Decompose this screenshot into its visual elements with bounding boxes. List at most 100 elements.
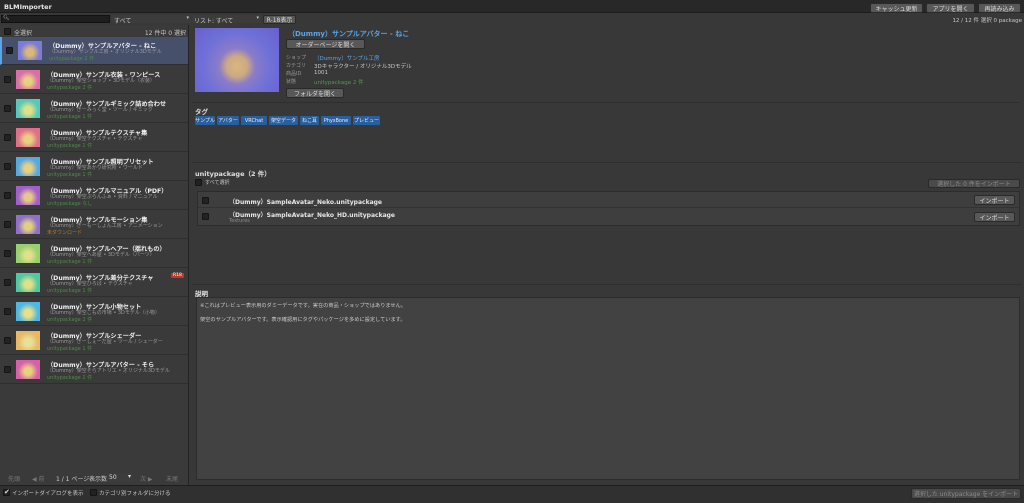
import-dialog-checkbox[interactable] <box>3 488 10 496</box>
list-filter-select[interactable]: リスト: すべて ▾ <box>192 15 261 25</box>
item-category: 資料 / マニュアル <box>117 194 158 200</box>
category-label: カテゴリ <box>286 63 307 69</box>
tag-chip[interactable]: アバター <box>217 116 239 125</box>
last-page-button[interactable]: 末尾 <box>166 474 178 483</box>
open-folder-button[interactable]: フォルダを開く <box>286 88 344 98</box>
description-box: ※これはプレビュー表示用のダミーデータです。実在の商品・ショップではありません。… <box>196 297 1020 480</box>
import-package-button[interactable]: インポート <box>974 212 1015 222</box>
list-item[interactable]: （Dummy）サンプル小物セット （Dummy）架空こもの市場 • 3Dモデル（小… <box>0 298 188 326</box>
list-item[interactable]: （Dummy）サンプルギミック詰め合わせ （Dummy）ぎーみっく堂 • ツール … <box>0 95 188 123</box>
item-thumbnail <box>16 302 40 321</box>
import-dialog-label: インポートダイアログを表示 <box>12 491 84 497</box>
detail-title[interactable]: （Dummy）サンプルアバター - ねこ <box>288 29 409 39</box>
list-item[interactable]: （Dummy）サンプル照明プリセット （Dummy）架空あかり研究所 • ワールド… <box>0 153 188 181</box>
package-list: （Dummy）SampleAvatar_Neko.unitypackage イン… <box>197 191 1020 226</box>
packages-select-all-checkbox[interactable] <box>195 179 202 186</box>
tags-heading: タグ <box>195 108 208 116</box>
item-checkbox[interactable] <box>4 366 11 373</box>
item-shop-category: （Dummy）架空そらアトリエ • オリジナル3Dモデル <box>47 367 170 374</box>
select-all-label: 全選択 <box>14 30 33 37</box>
item-checkbox[interactable] <box>4 134 11 141</box>
item-package-count: unitypackage 2 件 <box>49 56 95 62</box>
divider <box>192 102 1020 103</box>
list-item[interactable]: （Dummy）サンプルアバター - ねこ （Dummy）サンプル工房 • オリジナ… <box>0 37 188 65</box>
reload-button[interactable]: 再読み込み <box>978 3 1021 13</box>
item-list: （Dummy）サンプルアバター - ねこ （Dummy）サンプル工房 • オリジナ… <box>0 37 189 397</box>
chevron-down-icon: ▾ <box>186 15 189 21</box>
selection-count: 12 件中 0 選択 <box>144 30 186 37</box>
tag-chip[interactable]: 架空データ <box>269 116 298 125</box>
list-item[interactable]: （Dummy）サンプルアバター - そら （Dummy）架空そらアトリエ • オリ… <box>0 356 188 384</box>
list-item[interactable]: （Dummy）サンプルマニュアル（PDF） （Dummy）架空ぷらんふぁ • 資料… <box>0 182 188 210</box>
filter-all-select[interactable]: すべて ▾ <box>112 15 191 25</box>
item-checkbox[interactable] <box>4 192 11 199</box>
item-checkbox[interactable] <box>4 221 11 228</box>
divider <box>192 162 1022 163</box>
tag-chip[interactable]: サンプル <box>195 116 215 125</box>
tag-chip[interactable]: VRChat <box>241 116 267 125</box>
cache-update-button[interactable]: キャッシュ更新 <box>870 3 923 13</box>
tag-chip[interactable]: PhysBone <box>321 116 351 125</box>
prev-page-button[interactable]: ◀ 前 <box>32 474 45 483</box>
first-page-button[interactable]: 先頭 <box>8 474 20 483</box>
package-name: （Dummy）SampleAvatar_Neko.unitypackage <box>229 199 382 206</box>
list-item[interactable]: （Dummy）サンプルヘアー（揺れもの） （Dummy）架空へあ屋 • 3Dモデル… <box>0 240 188 268</box>
page-indicator: 1 / 1 ページ <box>56 476 90 483</box>
item-package-count: unitypackage なし <box>47 201 93 207</box>
package-checkbox[interactable] <box>202 197 209 204</box>
tag-chip[interactable]: プレビュー <box>353 116 380 125</box>
item-shop-category: （Dummy）架空ぷらんふぁ • 資料 / マニュアル <box>47 193 158 200</box>
r18-toggle-button[interactable]: R-18表示 <box>263 15 296 24</box>
next-page-button[interactable]: 次 ▶ <box>140 474 153 483</box>
package-checkbox[interactable] <box>202 213 209 220</box>
window-title: BLMImporter <box>4 3 52 11</box>
import-package-button[interactable]: インポート <box>974 195 1015 205</box>
item-checkbox[interactable] <box>6 47 13 54</box>
item-thumbnail <box>16 244 40 263</box>
files-value: unitypackage 2 件 <box>314 80 364 86</box>
item-package-count: unitypackage 1 件 <box>47 259 93 265</box>
item-checkbox[interactable] <box>4 279 11 286</box>
item-category: テクスチャ <box>117 136 143 142</box>
description-line: ※これはプレビュー表示用のダミーデータです。実在の商品・ショップではありません。 <box>200 303 406 309</box>
order-page-button[interactable]: オーダーページを開く <box>286 39 365 49</box>
item-checkbox[interactable] <box>4 337 11 344</box>
list-item[interactable]: （Dummy）サンプルモーション集 （Dummy）ぎーもーしょん工房 • アニメー… <box>0 211 188 239</box>
packages-heading: unitypackage（2 件） <box>195 170 271 178</box>
item-package-count: unitypackage 2 件 <box>47 375 93 381</box>
list-item[interactable]: （Dummy）サンプル差分テクスチャ （Dummy）架空ひろば • テクスチャ un… <box>0 269 188 297</box>
category-folder-checkbox[interactable] <box>90 489 97 496</box>
packages-select-all-label: すべて選択 <box>205 180 230 186</box>
shop-link[interactable]: （Dummy）サンプル工房 <box>314 54 380 62</box>
item-checkbox[interactable] <box>4 76 11 83</box>
item-thumbnail <box>16 360 40 379</box>
per-page-select[interactable]: 50 ▾ <box>107 473 132 482</box>
pager: 先頭 ◀ 前 1 / 1 ページ 表示数 50 ▾ 次 ▶ 末尾 <box>0 472 189 483</box>
item-checkbox[interactable] <box>4 105 11 112</box>
open-app-button[interactable]: アプリを開く <box>926 3 975 13</box>
item-checkbox[interactable] <box>4 250 11 257</box>
item-thumbnail <box>16 99 40 118</box>
list-item[interactable]: （Dummy）サンプル衣装 - ワンピース （Dummy）架空ショップ • 3Dモ… <box>0 66 188 94</box>
import-selected-button[interactable]: 選択した unitypackage をインポート <box>911 488 1021 499</box>
item-shop-category: （Dummy）架空ひろば • テクスチャ <box>47 280 133 287</box>
item-shop-category: （Dummy）ぎーしぇーだ屋 • ツール / シェーダー <box>47 338 163 345</box>
item-package-count: unitypackage 1 件 <box>47 143 93 149</box>
shop-label: ショップ <box>286 55 307 61</box>
item-shop-category: （Dummy）ぎーみっく堂 • ツール / ギミック <box>47 106 153 113</box>
item-thumbnail <box>16 331 40 350</box>
item-checkbox[interactable] <box>4 163 11 170</box>
tag-chip[interactable]: ねこ耳 <box>300 116 319 125</box>
search-input[interactable]: 🔍︎ <box>1 15 110 23</box>
item-thumbnail <box>18 41 42 60</box>
item-thumbnail <box>16 157 40 176</box>
category-value: 3Dキャラクター / オリジナル3Dモデル <box>314 64 412 70</box>
import-selected-packages-button[interactable]: 選択した 0 件をインポート <box>928 179 1020 188</box>
item-checkbox[interactable] <box>4 308 11 315</box>
list-item[interactable]: （Dummy）サンプルシェーダー （Dummy）ぎーしぇーだ屋 • ツール / シ… <box>0 327 188 355</box>
per-page-value: 50 <box>109 474 117 481</box>
list-item[interactable]: （Dummy）サンプルテクスチャ集 （Dummy）架空テクスチャ • テクスチャ u… <box>0 124 188 152</box>
per-page-label: 表示数 <box>89 476 108 483</box>
item-thumbnail <box>16 215 40 234</box>
select-all-checkbox[interactable] <box>4 28 11 35</box>
